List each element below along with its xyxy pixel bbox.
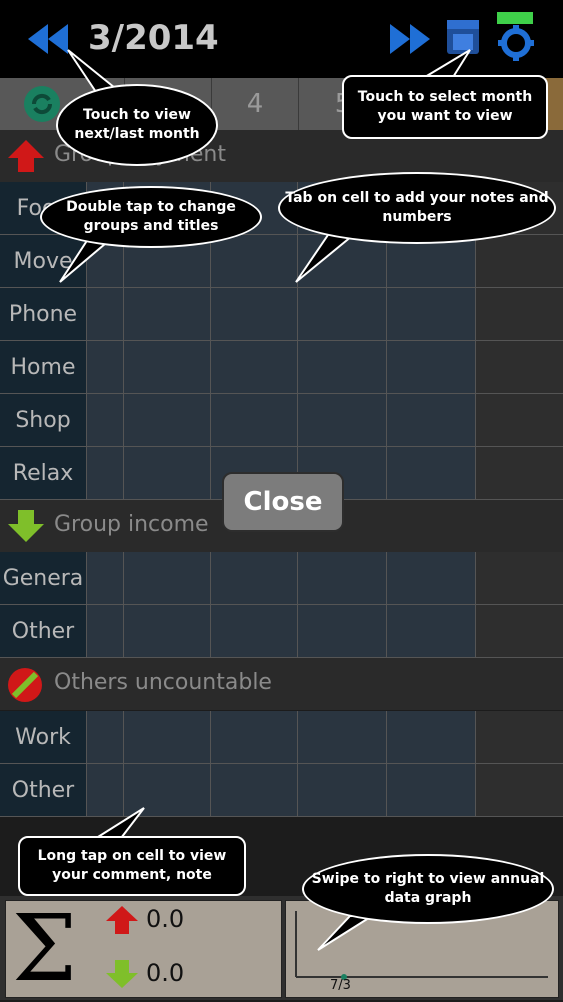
table-cell[interactable]: [297, 288, 387, 340]
tip-select-month-bubble: Touch to select month you want to view: [342, 75, 548, 139]
table-cell[interactable]: [210, 235, 298, 287]
table-cell[interactable]: [386, 447, 476, 499]
payment-up-arrow-icon: [106, 906, 138, 934]
table-cell[interactable]: [475, 288, 563, 340]
table-cell[interactable]: [123, 605, 211, 657]
table-cell[interactable]: [123, 341, 211, 393]
table-cell[interactable]: [210, 605, 298, 657]
table-cell[interactable]: [86, 447, 124, 499]
day-cell[interactable]: 4: [211, 78, 298, 130]
sum-symbol: Σ: [12, 895, 78, 1002]
table-cell[interactable]: [475, 394, 563, 446]
table-cell[interactable]: [123, 764, 211, 816]
close-button[interactable]: Close: [222, 472, 344, 532]
table-cell[interactable]: [475, 605, 563, 657]
group-income-label: Group income: [54, 512, 209, 537]
next-month-icon[interactable]: [388, 22, 432, 56]
table-cell[interactable]: [86, 394, 124, 446]
table-cell[interactable]: [386, 552, 476, 604]
tip-nav-bubble: Touch to view next/last month: [56, 84, 218, 166]
table-cell[interactable]: [297, 394, 387, 446]
row-label[interactable]: Relax: [0, 447, 86, 499]
tip-long-tap-bubble: Long tap on cell to view your comment, n…: [18, 836, 246, 896]
tip-double-tap-bubble: Double tap to change groups and titles: [40, 186, 262, 248]
table-cell[interactable]: [210, 288, 298, 340]
row-label[interactable]: Work: [0, 711, 86, 763]
row-label[interactable]: Home: [0, 341, 86, 393]
table-cell[interactable]: [123, 394, 211, 446]
table-cell[interactable]: [210, 394, 298, 446]
row-label[interactable]: Move: [0, 235, 86, 287]
battery-indicator: [497, 12, 533, 24]
table-cell[interactable]: [86, 711, 124, 763]
table-cell[interactable]: [86, 764, 124, 816]
table-row: Genera: [0, 552, 563, 605]
table-cell[interactable]: [297, 764, 387, 816]
table-row: Home: [0, 341, 563, 394]
income-total: 0.0: [146, 959, 185, 987]
table-cell[interactable]: [475, 235, 563, 287]
table-cell[interactable]: [297, 235, 387, 287]
row-label[interactable]: Other: [0, 605, 86, 657]
table-cell[interactable]: [297, 341, 387, 393]
table-row: Shop: [0, 394, 563, 447]
table-cell[interactable]: [123, 552, 211, 604]
table-cell[interactable]: [86, 605, 124, 657]
table-cell[interactable]: [475, 764, 563, 816]
table-cell[interactable]: [475, 711, 563, 763]
table-cell[interactable]: [86, 288, 124, 340]
table-cell[interactable]: [210, 552, 298, 604]
table-cell[interactable]: [386, 341, 476, 393]
table-cell[interactable]: [386, 711, 476, 763]
table-cell[interactable]: [86, 552, 124, 604]
payment-up-arrow-icon: [8, 140, 44, 172]
tip-swipe-bubble: Swipe to right to view annual data graph: [302, 854, 554, 924]
table-cell[interactable]: [297, 711, 387, 763]
calendar-icon[interactable]: [445, 16, 481, 56]
table-cell[interactable]: [123, 711, 211, 763]
graph-axis-label: 7/3: [330, 978, 351, 993]
table-cell[interactable]: [386, 288, 476, 340]
table-cell[interactable]: [123, 447, 211, 499]
summary-panel[interactable]: Σ 0.0 0.0: [5, 895, 282, 1002]
table-cell[interactable]: [210, 711, 298, 763]
prev-month-icon[interactable]: [26, 22, 70, 56]
row-label[interactable]: Shop: [0, 394, 86, 446]
month-title[interactable]: 3/2014: [88, 18, 219, 58]
payment-total: 0.0: [146, 905, 185, 933]
income-down-arrow-icon: [8, 510, 44, 542]
table-cell[interactable]: [475, 552, 563, 604]
table-cell[interactable]: [86, 341, 124, 393]
row-label[interactable]: Phone: [0, 288, 86, 340]
group-uncountable-label: Others uncountable: [54, 670, 272, 695]
tip-tab-cell-bubble: Tab on cell to add your notes and number…: [278, 172, 556, 244]
table-cell[interactable]: [386, 394, 476, 446]
table-cell[interactable]: [123, 288, 211, 340]
table-cell[interactable]: [297, 552, 387, 604]
table-row: Move: [0, 235, 563, 288]
table-cell[interactable]: [475, 341, 563, 393]
table-cell[interactable]: [386, 764, 476, 816]
income-down-arrow-icon: [106, 960, 138, 988]
table-row: Other: [0, 764, 563, 817]
row-label[interactable]: Genera: [0, 552, 86, 604]
group-uncountable-header[interactable]: Others uncountable: [0, 658, 563, 710]
uncountable-icon: [8, 668, 42, 702]
row-label[interactable]: Other: [0, 764, 86, 816]
gear-icon[interactable]: [497, 24, 535, 62]
table-cell[interactable]: [210, 341, 298, 393]
table-cell[interactable]: [210, 764, 298, 816]
table-cell[interactable]: [475, 447, 563, 499]
table-cell[interactable]: [386, 605, 476, 657]
table-row: Work: [0, 711, 563, 764]
table-row: Phone: [0, 288, 563, 341]
table-row: Other: [0, 605, 563, 658]
table-cell[interactable]: [297, 605, 387, 657]
